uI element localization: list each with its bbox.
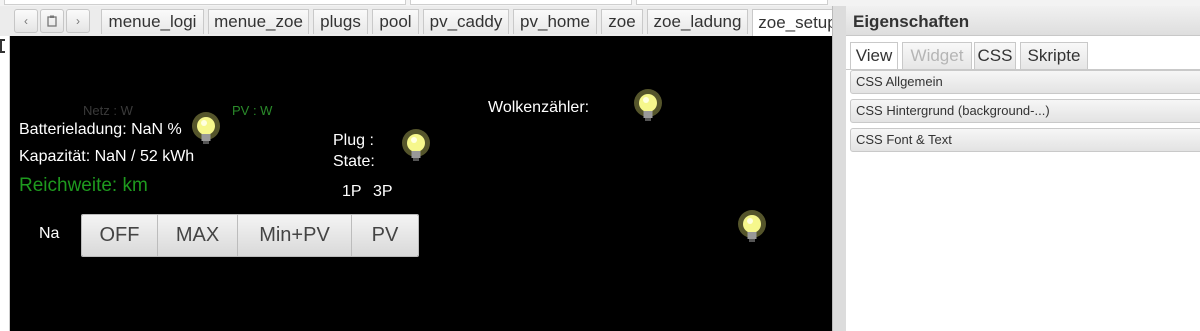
panel-title: Eigenschaften xyxy=(846,6,1200,36)
min-pv-button[interactable]: Min+PV xyxy=(238,215,352,256)
chevron-left-icon: ‹ xyxy=(24,14,28,28)
tab-menue-logi[interactable]: menue_logi xyxy=(101,9,204,34)
tab-view[interactable]: View xyxy=(850,42,898,69)
tab-skripte[interactable]: Skripte xyxy=(1020,42,1088,69)
lightbulb-icon xyxy=(738,210,766,242)
phase-1p-label[interactable]: 1P xyxy=(342,183,362,201)
prev-tab-button[interactable]: ‹ xyxy=(14,9,38,33)
batterie-label: Batterieladung: NaN % xyxy=(19,121,182,138)
phase-3p-label[interactable]: 3P xyxy=(373,183,393,201)
view-tab-bar: ‹ › menue_logi menue_zoe plugs pool pv_c… xyxy=(0,6,845,36)
section-css-hintergrund[interactable]: CSS Hintergrund (background-...) xyxy=(850,99,1200,123)
top-field[interactable] xyxy=(636,0,828,5)
tab-zoe-ladung[interactable]: zoe_ladung xyxy=(647,9,748,34)
charge-mode-buttons: OFF MAX Min+PV PV xyxy=(81,214,419,257)
lightbulb-icon xyxy=(634,89,662,121)
netz-label: Netz : W xyxy=(83,103,133,118)
na-label: Na xyxy=(39,225,60,242)
next-tab-button[interactable]: › xyxy=(66,9,90,33)
pv-label: PV : W xyxy=(232,103,273,118)
tab-pool[interactable]: pool xyxy=(372,9,419,34)
pv-button[interactable]: PV xyxy=(352,215,418,256)
view-canvas: Netz : W PV : W Batterieladung: NaN % Ka… xyxy=(10,36,832,331)
tab-zoe-setup[interactable]: zoe_setup xyxy=(752,9,843,36)
plug-label: Plug : xyxy=(333,132,374,149)
clipboard-icon xyxy=(47,15,57,27)
section-css-allgemein[interactable]: CSS Allgemein xyxy=(850,70,1200,94)
tab-widget[interactable]: Widget xyxy=(902,42,972,69)
left-ruler xyxy=(0,36,10,331)
chevron-right-icon: › xyxy=(76,14,80,28)
top-field[interactable] xyxy=(4,0,406,5)
wolkenzaehler-label: Wolkenzähler: xyxy=(488,99,590,116)
tab-pv-caddy[interactable]: pv_caddy xyxy=(423,9,509,34)
lightbulb-icon xyxy=(192,112,220,144)
bracket-icon xyxy=(0,39,5,53)
reichweite-label: Reichweite: km xyxy=(19,175,148,196)
tab-plugs[interactable]: plugs xyxy=(313,9,368,34)
lightbulb-icon xyxy=(402,129,430,161)
clipboard-button[interactable] xyxy=(40,9,64,33)
state-label: State: xyxy=(333,153,375,170)
max-button[interactable]: MAX xyxy=(158,215,238,256)
off-button[interactable]: OFF xyxy=(82,215,158,256)
top-field[interactable] xyxy=(410,0,632,5)
tab-css[interactable]: CSS xyxy=(974,42,1016,69)
properties-panel: Eigenschaften View Widget CSS Skripte CS… xyxy=(846,6,1200,331)
tab-pv-home[interactable]: pv_home xyxy=(513,9,597,34)
section-css-font-text[interactable]: CSS Font & Text xyxy=(850,128,1200,152)
panel-splitter[interactable] xyxy=(832,6,846,331)
tab-zoe[interactable]: zoe xyxy=(601,9,643,34)
tab-menue-zoe[interactable]: menue_zoe xyxy=(208,9,309,34)
kapazitaet-label: Kapazität: NaN / 52 kWh xyxy=(19,148,195,165)
